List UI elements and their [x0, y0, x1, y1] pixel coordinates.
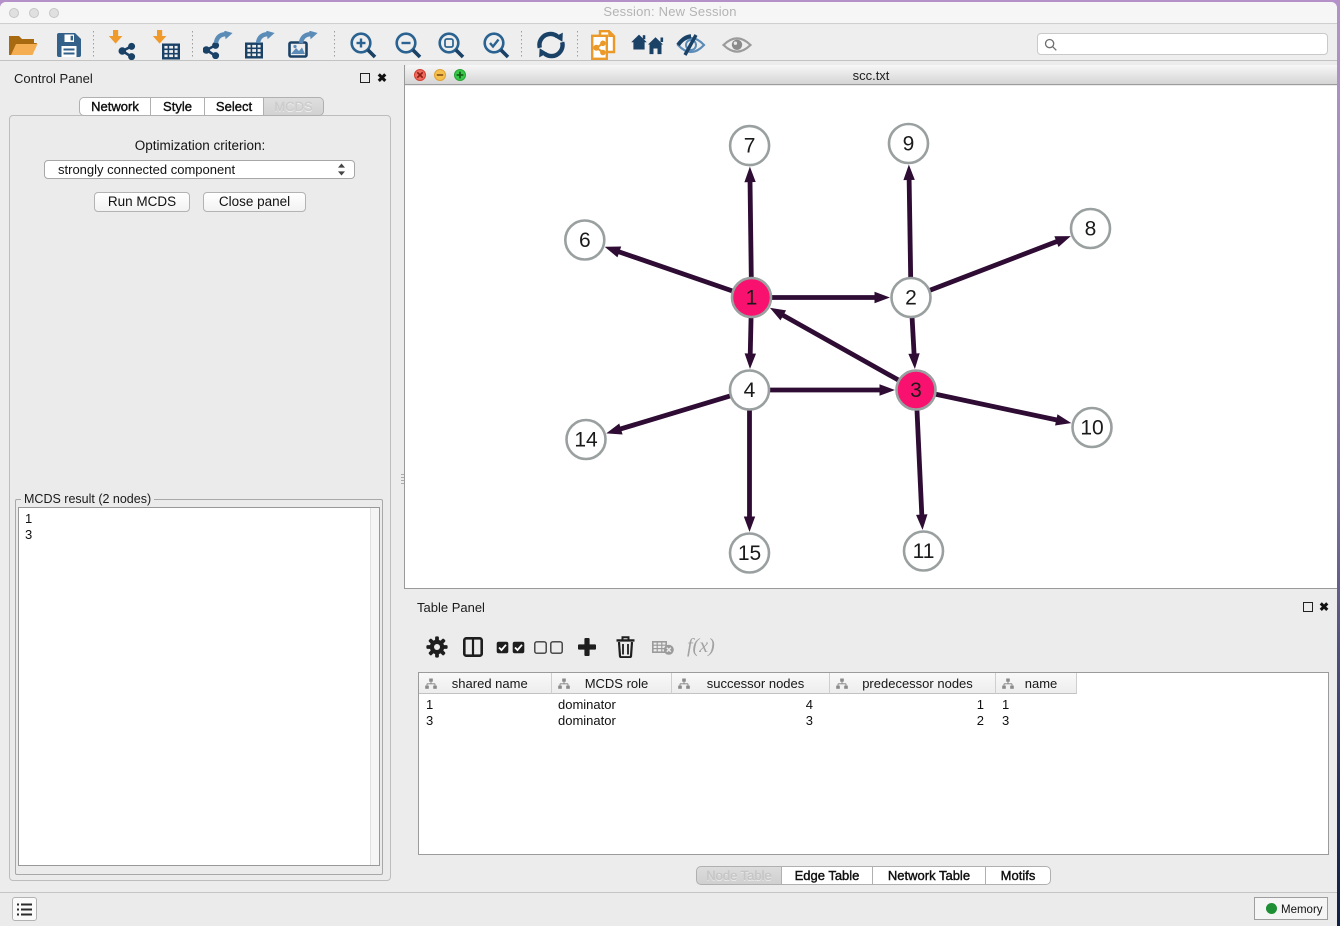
svg-text:1: 1 [746, 287, 758, 310]
svg-text:11: 11 [913, 540, 935, 563]
svg-text:3: 3 [910, 379, 922, 402]
svg-text:8: 8 [1085, 218, 1097, 241]
svg-text:4: 4 [744, 379, 756, 402]
svg-text:10: 10 [1080, 417, 1103, 440]
svg-text:6: 6 [579, 229, 591, 252]
svg-text:15: 15 [738, 542, 761, 565]
svg-text:2: 2 [905, 287, 917, 310]
svg-text:9: 9 [903, 133, 915, 156]
svg-text:14: 14 [574, 429, 598, 452]
svg-text:7: 7 [744, 135, 756, 158]
